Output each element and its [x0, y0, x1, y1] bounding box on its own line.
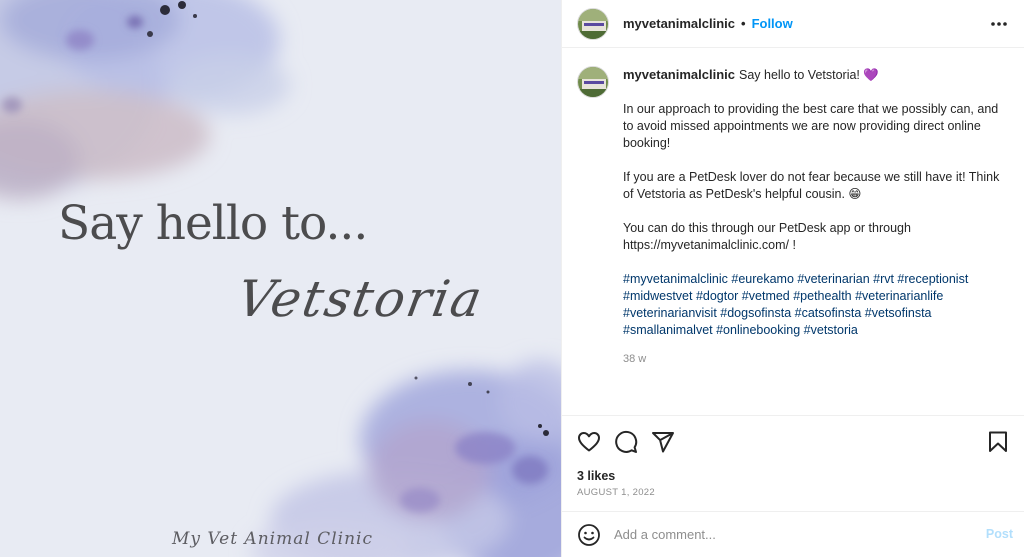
comment-bar: Post — [562, 511, 1024, 557]
post-date: AUGUST 1, 2022 — [577, 487, 655, 498]
header-username[interactable]: myvetanimalclinic — [623, 16, 735, 31]
emoji-icon[interactable] — [577, 523, 601, 547]
post-header: myvetanimalclinic • Follow — [562, 0, 1024, 48]
likes-count[interactable]: 3 likes — [577, 469, 615, 483]
action-bar — [562, 415, 1024, 467]
caption-body: myvetanimalclinic Say hello to Vetstoria!… — [623, 66, 1003, 368]
more-options-icon[interactable] — [989, 14, 1009, 34]
image-headline: Say hello to... — [58, 196, 368, 251]
caption-intro: Say hello to Vetstoria! 💜 — [739, 68, 879, 82]
share-icon[interactable] — [651, 430, 675, 454]
bookmark-icon[interactable] — [986, 430, 1010, 454]
caption-paragraph: In our approach to providing the best ca… — [623, 102, 999, 150]
heart-icon[interactable] — [577, 430, 601, 454]
caption-paragraph: If you are a PetDesk lover do not fear b… — [623, 170, 1000, 201]
avatar[interactable] — [577, 7, 609, 40]
post-comment-button[interactable]: Post — [986, 527, 1013, 541]
image-signature: My Vet Animal Clinic — [172, 529, 373, 549]
caption-avatar[interactable] — [577, 66, 609, 98]
caption-hashtags[interactable]: #myvetanimalclinic #eurekamo #veterinari… — [623, 271, 1003, 339]
post-image[interactable]: Say hello to... Vetstoria My Vet Animal … — [0, 0, 561, 557]
caption-username[interactable]: myvetanimalclinic — [623, 67, 735, 82]
comment-icon[interactable] — [614, 430, 638, 454]
instagram-post-modal: Say hello to... Vetstoria My Vet Animal … — [0, 0, 1024, 557]
image-script-title: Vetstoria — [232, 270, 488, 328]
caption-first-line: myvetanimalclinic Say hello to Vetstoria!… — [623, 66, 1003, 84]
caption-paragraph: You can do this through our PetDesk app … — [623, 221, 911, 252]
post-side-panel: myvetanimalclinic • Follow myvetanimalcl… — [561, 0, 1024, 557]
comment-input[interactable] — [614, 527, 944, 542]
follow-button[interactable]: Follow — [752, 16, 793, 31]
separator-dot: • — [741, 16, 746, 31]
caption: myvetanimalclinic Say hello to Vetstoria!… — [577, 66, 1012, 368]
caption-time[interactable]: 38 w — [623, 351, 1003, 368]
